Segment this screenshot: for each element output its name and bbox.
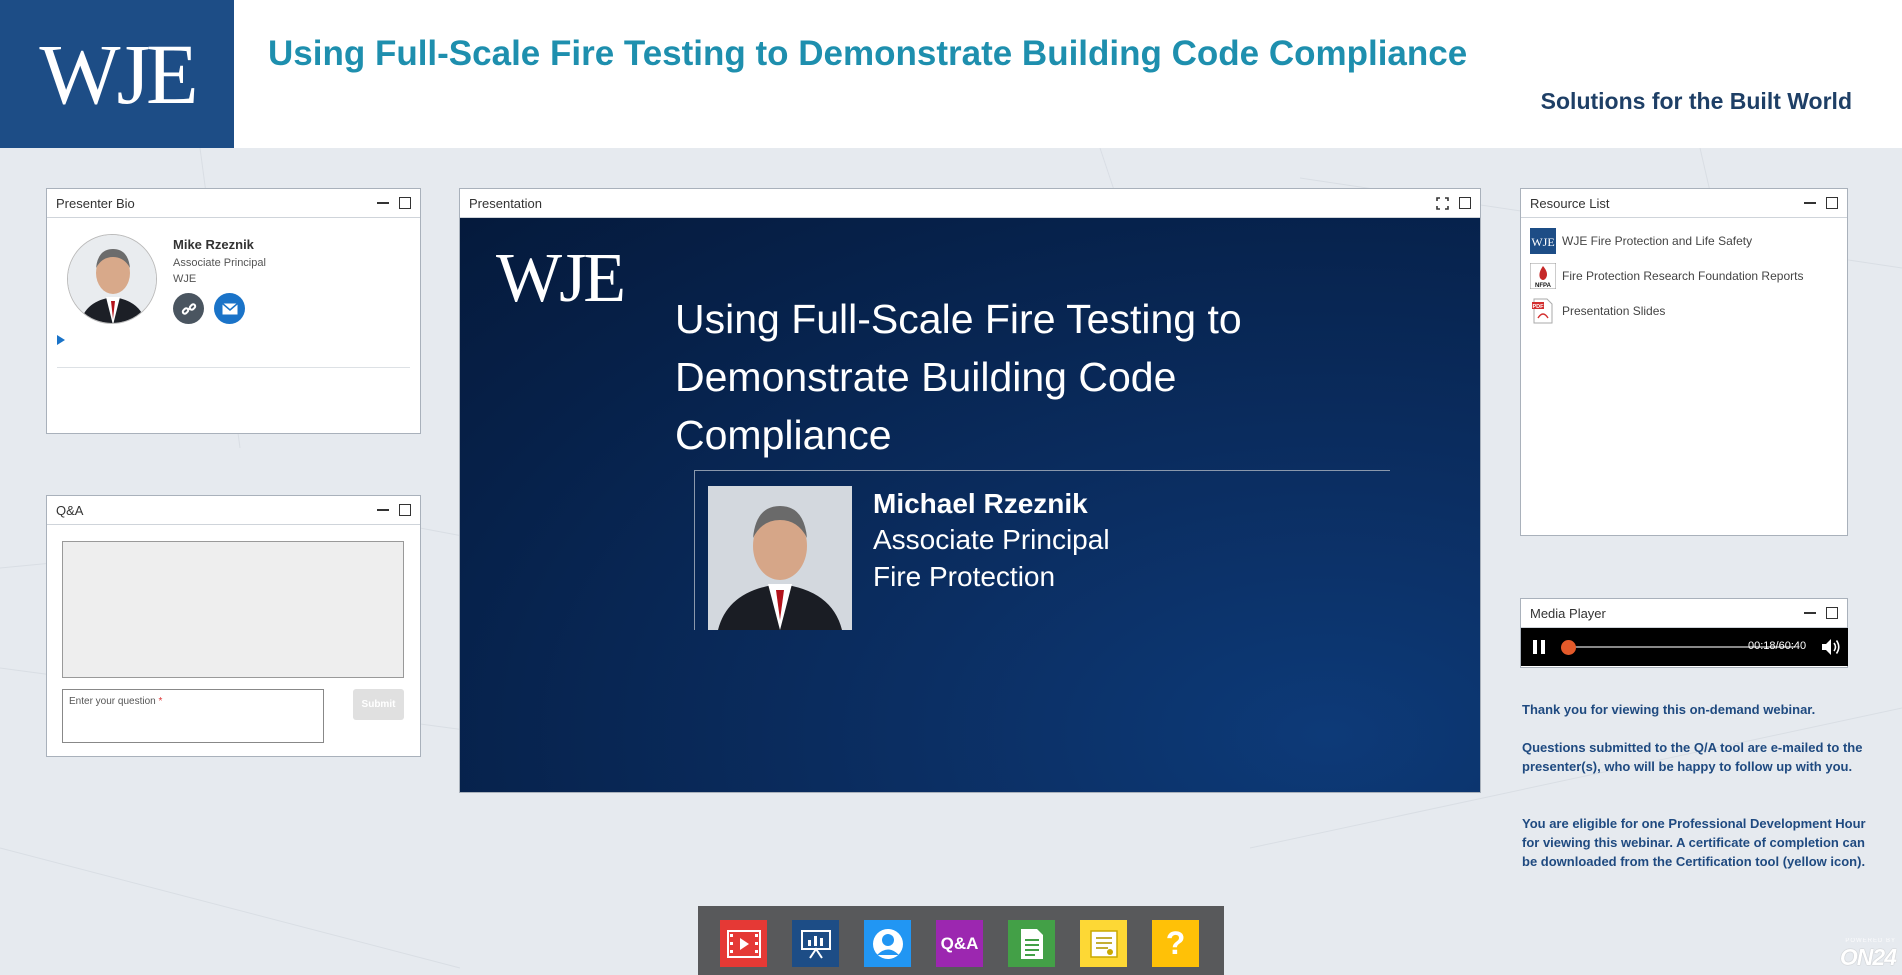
pdf-icon: PDF (1532, 298, 1553, 324)
media-player-panel: Media Player 00:18/60:40 (1520, 598, 1848, 668)
playback-time: 00:18/60:40 (1748, 640, 1807, 652)
resource-item[interactable]: PDF Presentation Slides (1530, 298, 1665, 324)
fullscreen-icon[interactable] (1436, 196, 1449, 210)
qa-message-log[interactable] (62, 541, 404, 678)
link-icon[interactable] (173, 293, 204, 324)
resource-label: Presentation Slides (1562, 304, 1666, 318)
panel-title: Q&A (56, 502, 84, 518)
svg-text:WJE: WJE (1531, 235, 1554, 249)
maximize-icon[interactable] (1826, 197, 1838, 209)
powered-by-label: POWERED BY (1845, 938, 1896, 944)
svg-text:PDF: PDF (1533, 304, 1545, 310)
divider (57, 367, 410, 368)
presenter-photo (708, 486, 852, 630)
panel-header[interactable]: Q&A (47, 496, 420, 525)
qa-icon-label: Q&A (940, 933, 979, 953)
resource-label: WJE Fire Protection and Life Safety (1562, 234, 1753, 248)
maximize-icon[interactable] (399, 197, 411, 209)
seek-handle[interactable] (1561, 640, 1577, 655)
resource-label: Fire Protection Research Foundation Repo… (1562, 269, 1804, 283)
panel-header[interactable]: Media Player (1521, 599, 1847, 628)
qa-panel: Q&A Enter your question * Submit (46, 495, 421, 757)
presentation-icon[interactable] (792, 920, 839, 967)
maximize-icon[interactable] (1826, 607, 1838, 619)
mail-icon[interactable] (214, 293, 245, 324)
help-icon[interactable]: ? (1152, 920, 1199, 967)
header: WJE Using Full-Scale Fire Testing to Dem… (0, 0, 1902, 148)
minimize-icon[interactable] (1804, 202, 1816, 204)
panel-title: Presentation (469, 195, 542, 211)
nfpa-icon: NFPA (1530, 263, 1556, 289)
submit-button[interactable]: Submit (353, 689, 404, 720)
presenter-bio-panel: Presenter Bio Mike Rzeznik Associate Pri… (46, 188, 421, 434)
resource-list-icon[interactable] (1008, 920, 1055, 967)
on24-logo: ON24 (1839, 944, 1897, 970)
media-controls: 00:18/60:40 (1521, 628, 1848, 666)
presenter-avatar (67, 234, 157, 324)
panel-title: Presenter Bio (56, 195, 135, 211)
question-placeholder: Enter your question (69, 696, 156, 707)
minimize-icon[interactable] (377, 509, 389, 511)
presenter-name: Mike Rzeznik (173, 237, 254, 252)
slide-presenter-role: Associate Principal (873, 524, 1110, 555)
panel-header[interactable]: Resource List (1521, 189, 1847, 218)
widget-dock: Q&A ? (698, 906, 1224, 975)
resource-item[interactable]: NFPA Fire Protection Research Foundation… (1530, 263, 1803, 289)
presenter-bio-icon[interactable] (864, 920, 911, 967)
maximize-icon[interactable] (399, 504, 411, 516)
panel-title: Resource List (1530, 195, 1610, 211)
tagline: Solutions for the Built World (1540, 88, 1852, 114)
help-icon-label: ? (1165, 925, 1186, 961)
svg-text:NFPA: NFPA (1535, 283, 1552, 289)
slide-title: Using Full-Scale Fire Testing to Demonst… (675, 296, 1242, 458)
expand-arrow-icon[interactable] (57, 335, 65, 345)
logo-text: WJE (39, 26, 198, 122)
slide-presenter-dept: Fire Protection (873, 561, 1056, 592)
page-title: Using Full-Scale Fire Testing to Demonst… (268, 34, 1468, 73)
certificate-icon[interactable] (1080, 920, 1127, 967)
resource-item[interactable]: WJE WJE Fire Protection and Life Safety (1530, 228, 1752, 254)
presenter-org: WJE (173, 273, 197, 285)
minimize-icon[interactable] (1804, 612, 1816, 614)
panel-title: Media Player (1530, 605, 1606, 621)
pause-icon[interactable] (1533, 640, 1547, 654)
info-pdh-note: You are eligible for one Professional De… (1522, 816, 1866, 869)
wje-logo: WJE (0, 0, 234, 148)
powered-by-on24: POWERED BY ON24 (1839, 938, 1897, 971)
resource-list-panel: Resource List WJE WJE Fire Protection an… (1520, 188, 1848, 536)
maximize-icon[interactable] (1459, 197, 1471, 209)
qa-icon[interactable]: Q&A (936, 920, 983, 967)
slide-logo: WJE (496, 240, 626, 317)
required-marker: * (158, 696, 163, 707)
presentation-panel: Presentation WJE Using Full-Scale Fire T… (459, 188, 1481, 793)
media-player-icon[interactable] (720, 920, 767, 967)
question-input[interactable]: Enter your question * (62, 689, 324, 743)
slide-presenter-name: Michael Rzeznik (873, 488, 1088, 519)
panel-header[interactable]: Presentation (460, 189, 1480, 218)
info-qa-note: Questions submitted to the Q/A tool are … (1522, 740, 1863, 774)
minimize-icon[interactable] (377, 202, 389, 204)
info-thank-you: Thank you for viewing this on-demand web… (1522, 702, 1816, 717)
panel-header[interactable]: Presenter Bio (47, 189, 420, 218)
wje-logo-icon: WJE (1530, 228, 1556, 254)
slide: WJE Using Full-Scale Fire Testing to Dem… (460, 218, 1480, 792)
volume-icon[interactable] (1821, 638, 1841, 656)
presenter-role: Associate Principal (173, 257, 266, 269)
